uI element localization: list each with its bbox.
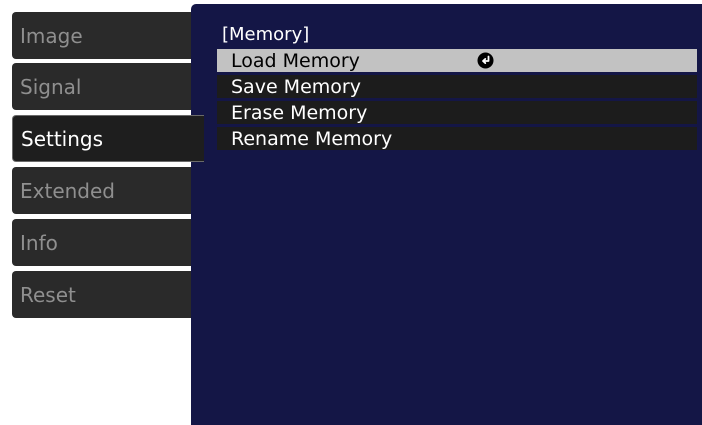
menu-item-label: Erase Memory <box>231 101 368 124</box>
menu-item-erase-memory[interactable]: Erase Memory <box>217 101 697 124</box>
projector-menu: Image Signal Settings Extended Info Rese… <box>0 0 702 425</box>
tab-label: Reset <box>20 282 76 307</box>
tab-label: Settings <box>21 126 104 151</box>
tab-signal[interactable]: Signal <box>12 63 192 110</box>
menu-item-load-memory[interactable]: Load Memory <box>217 49 697 72</box>
panel-title: [Memory] <box>222 24 310 45</box>
tab-label: Signal <box>20 74 82 99</box>
tab-image[interactable]: Image <box>12 12 192 59</box>
tab-info[interactable]: Info <box>12 219 192 266</box>
tab-reset[interactable]: Reset <box>12 271 192 318</box>
settings-panel: [Memory] Load Memory Save Memory Erase M… <box>191 4 702 425</box>
menu-item-rename-memory[interactable]: Rename Memory <box>217 127 697 150</box>
menu-item-label: Save Memory <box>231 75 361 98</box>
tab-settings[interactable]: Settings <box>12 115 204 162</box>
tab-extended[interactable]: Extended <box>12 167 192 214</box>
menu-item-save-memory[interactable]: Save Memory <box>217 75 697 98</box>
tab-label: Image <box>20 23 83 48</box>
enter-icon <box>477 52 494 69</box>
tab-label: Extended <box>20 178 115 203</box>
menu-item-label: Rename Memory <box>231 127 393 150</box>
menu-item-label: Load Memory <box>231 49 360 72</box>
tab-label: Info <box>20 230 58 255</box>
